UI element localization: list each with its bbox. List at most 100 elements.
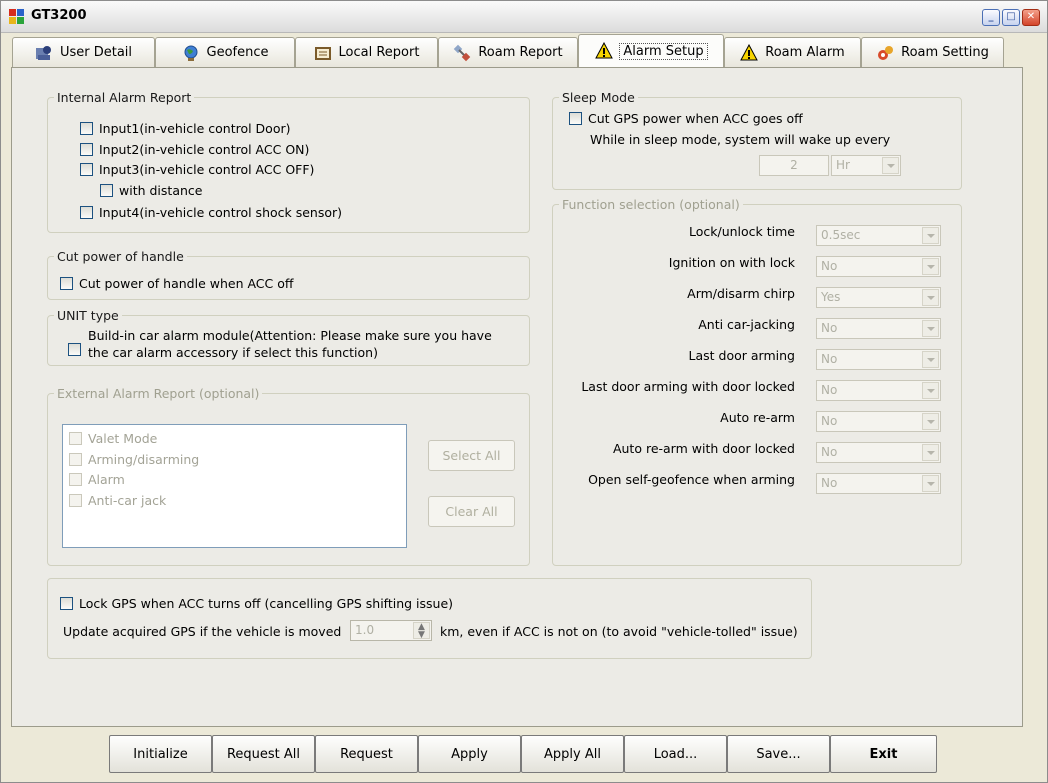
select-all-button[interactable]: Select All bbox=[428, 440, 515, 471]
maximize-icon[interactable]: □ bbox=[1002, 9, 1020, 26]
open-self-geofence-select[interactable]: No bbox=[816, 473, 941, 494]
chevron-down-icon[interactable] bbox=[922, 227, 939, 244]
tab-label: User Detail bbox=[59, 45, 133, 60]
checkbox-label: Input3(in-vehicle control ACC OFF) bbox=[99, 162, 315, 177]
chevron-down-icon[interactable] bbox=[922, 382, 939, 399]
checkbox-label: Lock GPS when ACC turns off (cancelling … bbox=[79, 596, 454, 611]
checkbox[interactable] bbox=[69, 473, 82, 486]
external-alarm-group: External Alarm Report (optional) Valet M… bbox=[47, 386, 530, 566]
external-alarm-list[interactable]: Valet Mode Arming/disarming Alarm Anti-c… bbox=[62, 424, 407, 548]
internal-alarm-group: Internal Alarm Report Input1(in-vehicle … bbox=[47, 90, 530, 233]
function-selection-group: Function selection (optional) Lock/unloc… bbox=[552, 197, 962, 566]
checkbox[interactable] bbox=[68, 343, 81, 356]
with-distance-checkbox-row[interactable]: with distance bbox=[100, 183, 202, 198]
tab-roam-setting[interactable]: Roam Setting bbox=[861, 37, 1004, 67]
satellite-icon bbox=[453, 44, 471, 62]
chevron-down-icon[interactable] bbox=[922, 351, 939, 368]
chevron-down-icon[interactable] bbox=[882, 157, 899, 174]
warning-icon bbox=[740, 43, 759, 62]
wake-interval-label: While in sleep mode, system will wake up… bbox=[590, 132, 891, 147]
select-value: Yes bbox=[821, 290, 841, 304]
anti-car-jacking-label: Anti car-jacking bbox=[698, 317, 795, 332]
checkbox[interactable] bbox=[69, 453, 82, 466]
save-button[interactable]: Save... bbox=[727, 735, 830, 773]
load-button[interactable]: Load... bbox=[624, 735, 727, 773]
last-door-arming-locked-select[interactable]: No bbox=[816, 380, 941, 401]
checkbox[interactable] bbox=[80, 163, 93, 176]
last-door-arming-label: Last door arming bbox=[688, 348, 795, 363]
auto-re-arm-select[interactable]: No bbox=[816, 411, 941, 432]
initialize-button[interactable]: Initialize bbox=[109, 735, 212, 773]
ignition-on-with-lock-select[interactable]: No bbox=[816, 256, 941, 277]
spinner-arrows-icon[interactable]: ▲ ▼ bbox=[413, 622, 430, 640]
distance-spinner[interactable]: 1.0 ▲ ▼ bbox=[350, 620, 432, 641]
tab-roam-report[interactable]: Roam Report bbox=[438, 37, 578, 67]
last-door-arming-locked-label: Last door arming with door locked bbox=[581, 379, 795, 394]
chevron-down-icon[interactable] bbox=[922, 475, 939, 492]
checkbox[interactable] bbox=[80, 206, 93, 219]
app-icon bbox=[9, 9, 25, 25]
tab-local-report[interactable]: Local Report bbox=[295, 37, 438, 67]
apply-button[interactable]: Apply bbox=[418, 735, 521, 773]
car-alarm-checkbox[interactable] bbox=[68, 343, 81, 356]
last-door-arming-select[interactable]: No bbox=[816, 349, 941, 370]
checkbox[interactable] bbox=[69, 432, 82, 445]
apply-all-button[interactable]: Apply All bbox=[521, 735, 624, 773]
request-all-button[interactable]: Request All bbox=[212, 735, 315, 773]
auto-re-arm-locked-select[interactable]: No bbox=[816, 442, 941, 463]
chevron-down-icon[interactable] bbox=[922, 444, 939, 461]
group-legend: Cut power of handle bbox=[57, 249, 184, 264]
title-bar: GT3200 _ □ ✕ bbox=[1, 1, 1047, 33]
chevron-down-icon[interactable] bbox=[922, 289, 939, 306]
tab-geofence[interactable]: Geofence bbox=[155, 37, 295, 67]
auto-re-arm-locked-label: Auto re-arm with door locked bbox=[612, 441, 795, 456]
input1-checkbox-row[interactable]: Input1(in-vehicle control Door) bbox=[80, 121, 291, 136]
checkbox[interactable] bbox=[69, 494, 82, 507]
input4-checkbox-row[interactable]: Input4(in-vehicle control shock sensor) bbox=[80, 205, 342, 220]
tab-roam-alarm[interactable]: Roam Alarm bbox=[724, 37, 861, 67]
checkbox-label: Input1(in-vehicle control Door) bbox=[99, 121, 291, 136]
list-item[interactable]: Arming/disarming bbox=[69, 452, 199, 467]
checkbox[interactable] bbox=[60, 597, 73, 610]
chevron-down-icon[interactable] bbox=[922, 413, 939, 430]
list-item[interactable]: Alarm bbox=[69, 472, 125, 487]
arm-disarm-chirp-select[interactable]: Yes bbox=[816, 287, 941, 308]
checkbox-label: with distance bbox=[119, 183, 203, 198]
update-gps-prefix-label: Update acquired GPS if the vehicle is mo… bbox=[63, 624, 342, 639]
clear-all-button[interactable]: Clear All bbox=[428, 496, 515, 527]
list-item[interactable]: Anti-car jack bbox=[69, 493, 166, 508]
window-title: GT3200 bbox=[31, 8, 87, 23]
unit-type-label: Build-in car alarm module(Attention: Ple… bbox=[88, 327, 492, 361]
checkbox[interactable] bbox=[60, 277, 73, 290]
input3-checkbox-row[interactable]: Input3(in-vehicle control ACC OFF) bbox=[80, 162, 314, 177]
checkbox[interactable] bbox=[80, 122, 93, 135]
checkbox-label: Cut GPS power when ACC goes off bbox=[588, 111, 803, 126]
minimize-icon[interactable]: _ bbox=[982, 9, 1000, 26]
tab-label: Geofence bbox=[206, 45, 269, 60]
anti-car-jacking-select[interactable]: No bbox=[816, 318, 941, 339]
checkbox[interactable] bbox=[100, 184, 113, 197]
unit-type-line2: the car alarm accessory if select this f… bbox=[88, 345, 378, 360]
lock-gps-checkbox-row[interactable]: Lock GPS when ACC turns off (cancelling … bbox=[60, 596, 453, 611]
ignition-on-with-lock-label: Ignition on with lock bbox=[668, 255, 795, 270]
checkbox[interactable] bbox=[569, 112, 582, 125]
chevron-down-icon[interactable] bbox=[922, 320, 939, 337]
list-item[interactable]: Valet Mode bbox=[69, 431, 157, 446]
tab-alarm-setup[interactable]: Alarm Setup bbox=[578, 34, 724, 67]
wake-interval-input[interactable]: 2 bbox=[759, 155, 829, 176]
close-icon[interactable]: ✕ bbox=[1022, 9, 1040, 26]
wake-interval-unit-select[interactable]: Hr bbox=[831, 155, 901, 176]
cut-power-checkbox-row[interactable]: Cut power of handle when ACC off bbox=[60, 276, 293, 291]
cut-gps-power-checkbox-row[interactable]: Cut GPS power when ACC goes off bbox=[569, 111, 803, 126]
input2-checkbox-row[interactable]: Input2(in-vehicle control ACC ON) bbox=[80, 142, 309, 157]
chevron-down-icon[interactable] bbox=[922, 258, 939, 275]
exit-button[interactable]: Exit bbox=[830, 735, 937, 773]
select-value: Hr bbox=[836, 158, 850, 172]
select-value: No bbox=[821, 352, 838, 366]
checkbox-label: Input4(in-vehicle control shock sensor) bbox=[99, 205, 343, 220]
lock-unlock-time-select[interactable]: 0.5sec bbox=[816, 225, 941, 246]
request-button[interactable]: Request bbox=[315, 735, 418, 773]
tab-user-detail[interactable]: User Detail bbox=[12, 37, 155, 67]
tab-label: Roam Setting bbox=[901, 45, 989, 60]
checkbox[interactable] bbox=[80, 143, 93, 156]
